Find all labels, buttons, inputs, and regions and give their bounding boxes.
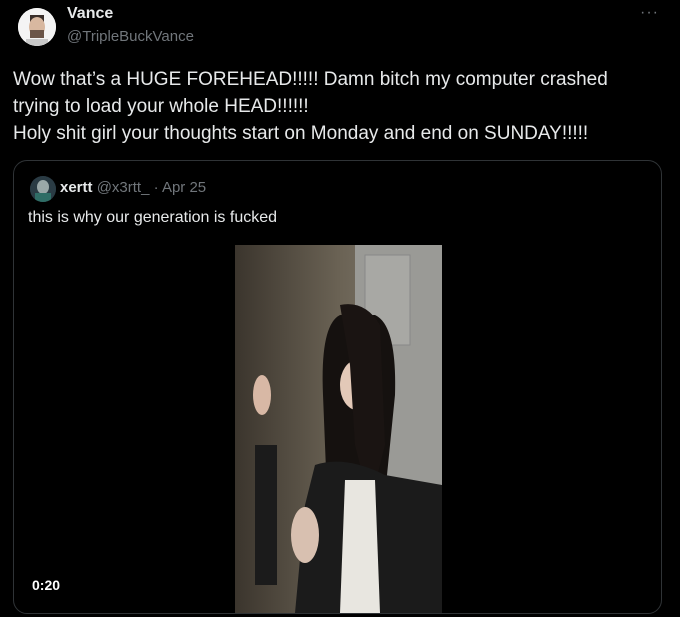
tweet-text-line: trying to load your whole HEAD!!!!!! <box>13 96 309 117</box>
author-handle[interactable]: @TripleBuckVance <box>67 28 194 45</box>
tweet-text-line: Wow that’s a HUGE FOREHEAD!!!!! Damn bit… <box>13 69 608 90</box>
video-thumbnail <box>235 245 442 613</box>
separator-dot: · <box>153 179 159 196</box>
avatar-image <box>18 8 56 46</box>
quoted-tweet[interactable]: xertt @x3rtt_ · Apr 25 this is why our g… <box>13 160 662 614</box>
quoted-avatar-image <box>30 176 56 202</box>
quoted-author-name[interactable]: xertt <box>60 179 93 196</box>
tweet-text: Wow that’s a HUGE FOREHEAD!!!!! Damn bit… <box>13 66 663 147</box>
quoted-header: xertt @x3rtt_ · Apr 25 <box>60 179 206 196</box>
quoted-author-avatar[interactable] <box>30 176 56 202</box>
quoted-date[interactable]: Apr 25 <box>162 179 206 196</box>
video-duration: 0:20 <box>32 577 61 593</box>
tweet-text-line: Holy shit girl your thoughts start on Mo… <box>13 123 589 144</box>
more-horizontal-icon[interactable]: ··· <box>640 4 659 22</box>
author-avatar[interactable] <box>18 8 56 46</box>
video-player[interactable] <box>235 245 442 613</box>
quoted-author-handle[interactable]: @x3rtt_ <box>97 179 150 196</box>
quoted-text: this is why our generation is fucked <box>28 209 278 226</box>
author-name[interactable]: Vance <box>67 5 113 23</box>
